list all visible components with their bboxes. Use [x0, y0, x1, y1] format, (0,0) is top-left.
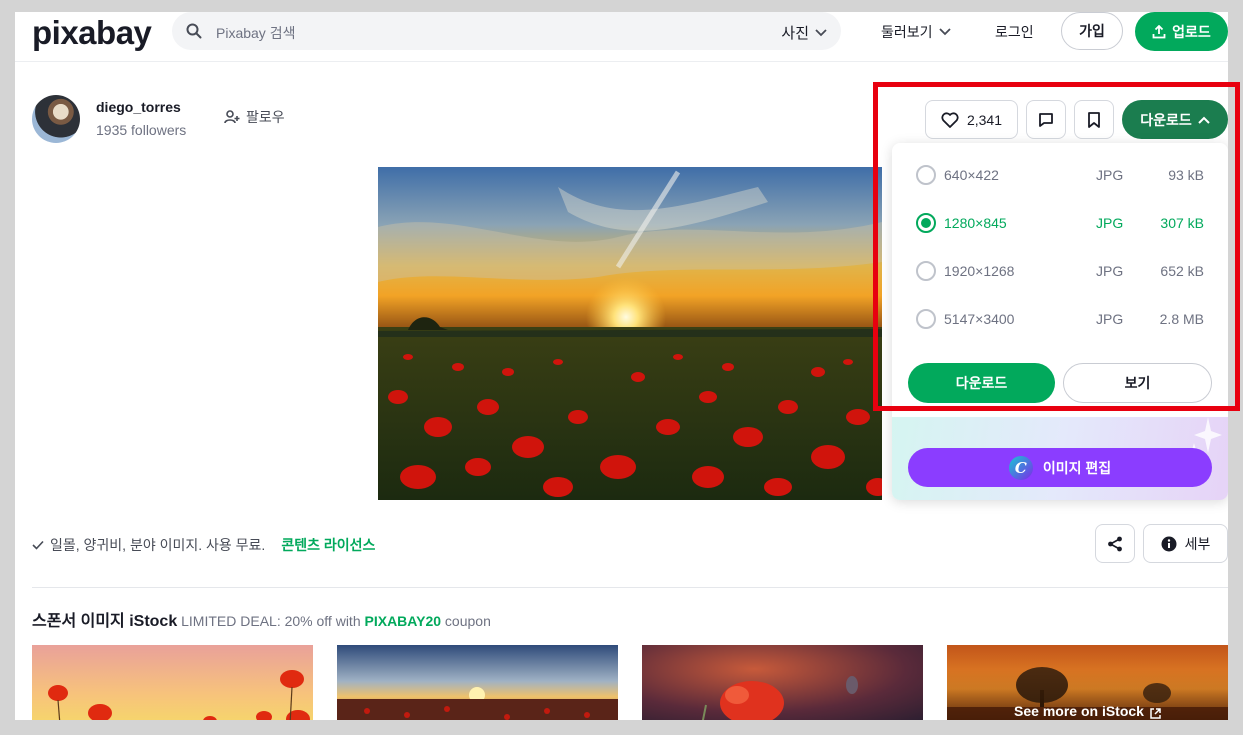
bookmark-icon: [1088, 111, 1100, 128]
upload-icon: [1152, 24, 1166, 38]
info-icon: [1161, 536, 1177, 551]
details-button[interactable]: 세부: [1143, 524, 1228, 563]
option-resolution: 5147×3400: [944, 311, 1015, 327]
download-option[interactable]: 5147×3400 JPG 2.8 MB: [892, 291, 1228, 339]
option-format: JPG: [1096, 167, 1124, 183]
option-resolution: 640×422: [944, 167, 999, 183]
edit-image-button[interactable]: C 이미지 편집: [908, 448, 1212, 487]
external-link-icon: [1150, 708, 1161, 719]
option-size: 307 kB: [1160, 215, 1204, 231]
comment-icon: [1039, 112, 1053, 127]
download-dropdown: 640×422 JPG 93 kB 1280×845 JPG 307 kB 19…: [892, 143, 1228, 500]
follow-button[interactable]: 팔로우: [224, 107, 285, 127]
author-followers: 1935 followers: [96, 122, 187, 138]
see-more-label: See more on iStock: [1014, 703, 1144, 719]
check-icon: [32, 540, 44, 550]
license-text: 일몰, 양귀비, 분야 이미지. 사용 무료.: [50, 537, 266, 553]
see-more-istock-link[interactable]: See more on iStock: [947, 645, 1228, 720]
bottom-overlay: [0, 720, 1243, 735]
download-option[interactable]: 1920×1268 JPG 652 kB: [892, 243, 1228, 291]
comment-button[interactable]: [1026, 100, 1066, 139]
download-toggle-button[interactable]: 다운로드: [1122, 100, 1228, 139]
sponsor-coupon-suffix: coupon: [444, 613, 491, 629]
search-type-dropdown[interactable]: 사진: [781, 22, 827, 43]
search-type-label: 사진: [781, 25, 809, 42]
license-link[interactable]: 콘텐츠 라이선스: [281, 535, 375, 555]
download-toggle-label: 다운로드: [1140, 111, 1192, 128]
like-button[interactable]: 2,341: [925, 100, 1018, 139]
chevron-down-icon: [938, 28, 951, 36]
sponsor-thumbnail[interactable]: [642, 645, 923, 720]
join-button[interactable]: 가입: [1061, 12, 1123, 50]
radio-button[interactable]: [916, 309, 936, 329]
option-resolution: 1280×845: [944, 215, 1007, 231]
option-size: 93 kB: [1168, 167, 1204, 183]
option-resolution: 1920×1268: [944, 263, 1015, 279]
radio-button[interactable]: [916, 165, 936, 185]
share-button[interactable]: [1095, 524, 1135, 563]
author-avatar[interactable]: [32, 95, 80, 143]
heart-icon: [941, 111, 959, 128]
follow-label: 팔로우: [246, 109, 285, 125]
sponsor-thumbnail[interactable]: [32, 645, 313, 720]
add-user-icon: [224, 110, 240, 124]
option-size: 652 kB: [1160, 263, 1204, 279]
edit-image-label: 이미지 편집: [1042, 459, 1112, 476]
upload-label: 업로드: [1172, 23, 1211, 40]
option-format: JPG: [1096, 311, 1124, 327]
radio-button[interactable]: [916, 261, 936, 281]
author-name[interactable]: diego_torres: [96, 99, 181, 115]
sponsor-thumbnail[interactable]: [337, 645, 618, 720]
sponsor-thumbnail-see-more[interactable]: See more on iStock: [947, 645, 1228, 720]
search-bar[interactable]: Pixabay 검색 사진: [172, 12, 841, 50]
search-input[interactable]: Pixabay 검색: [216, 23, 295, 43]
nav-explore[interactable]: 둘러보기: [881, 22, 951, 42]
bookmark-button[interactable]: [1074, 100, 1114, 139]
chevron-down-icon: [815, 28, 827, 36]
chevron-up-icon: [1198, 116, 1210, 124]
license-row: 일몰, 양귀비, 분야 이미지. 사용 무료. 콘텐츠 라이선스: [32, 535, 375, 555]
option-format: JPG: [1096, 215, 1124, 231]
canva-promo: C 이미지 편집: [892, 417, 1228, 500]
nav-explore-label: 둘러보기: [881, 24, 933, 40]
nav-login[interactable]: 로그인: [995, 22, 1034, 42]
page: pixabay Pixabay 검색 사진 둘러보기 로그인 가입 업로드 di…: [15, 12, 1228, 720]
search-icon: [186, 23, 202, 44]
option-format: JPG: [1096, 263, 1124, 279]
details-label: 세부: [1184, 535, 1211, 552]
sponsor-heading: 스폰서 이미지 iStock LIMITED DEAL: 20% off wit…: [32, 607, 491, 631]
download-button[interactable]: 다운로드: [908, 363, 1055, 403]
download-option-selected[interactable]: 1280×845 JPG 307 kB: [892, 195, 1228, 243]
share-icon: [1108, 536, 1122, 551]
radio-button[interactable]: [916, 213, 936, 233]
download-option[interactable]: 640×422 JPG 93 kB: [892, 147, 1228, 195]
main-photo[interactable]: [378, 167, 882, 500]
divider: [32, 587, 1228, 588]
view-button[interactable]: 보기: [1063, 363, 1212, 403]
sponsor-deal: LIMITED DEAL: 20% off with: [181, 613, 361, 629]
sponsor-coupon-code: PIXABAY20: [364, 613, 442, 629]
upload-button[interactable]: 업로드: [1135, 12, 1228, 51]
canva-logo-icon: C: [1008, 455, 1033, 480]
sponsor-title: 스폰서 이미지 iStock: [32, 613, 178, 630]
pixabay-logo[interactable]: pixabay: [32, 14, 152, 52]
header: pixabay Pixabay 검색 사진 둘러보기 로그인 가입 업로드: [15, 12, 1228, 62]
like-count: 2,341: [966, 111, 1003, 128]
option-size: 2.8 MB: [1159, 311, 1204, 327]
